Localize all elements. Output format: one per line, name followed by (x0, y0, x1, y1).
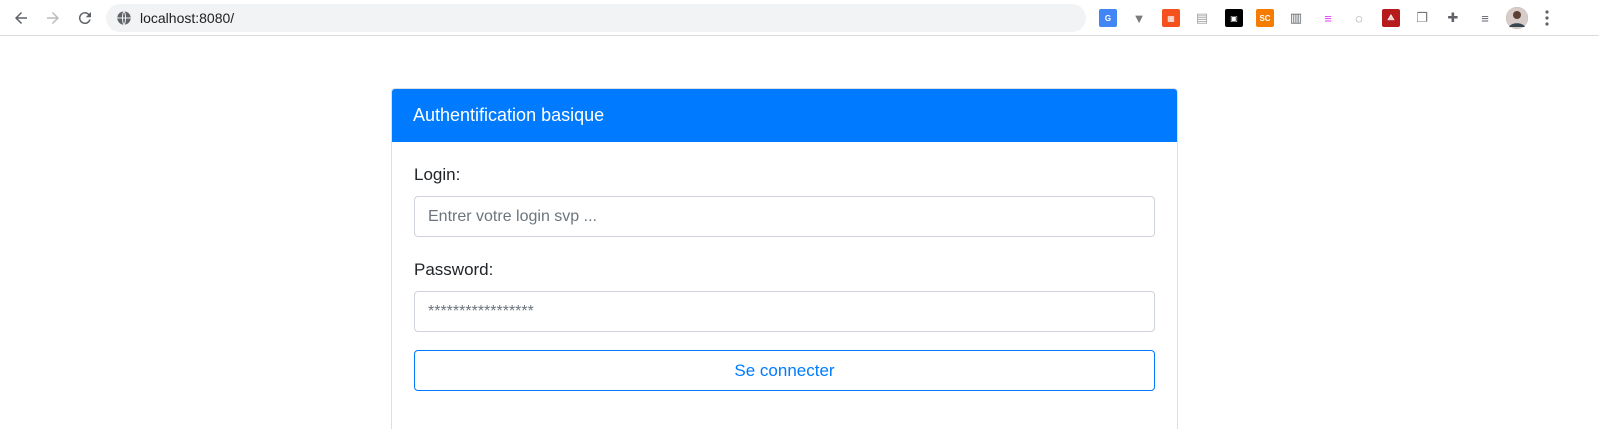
profile-avatar[interactable] (1506, 7, 1528, 29)
user-avatar-icon (1506, 7, 1528, 29)
url-text: localhost:8080/ (140, 10, 235, 26)
reload-icon (78, 12, 91, 25)
globe-icon (117, 10, 131, 26)
kebab-menu-icon (1545, 10, 1549, 26)
login-button[interactable]: Se connecter (414, 350, 1155, 391)
google-translate-icon[interactable]: G (1099, 9, 1117, 27)
menu-button[interactable] (1538, 9, 1556, 27)
pdf-extension-icon[interactable]: ⟁ (1382, 9, 1400, 27)
arrow-right-icon (47, 12, 59, 24)
card-body: Login: Password: Se connecter (392, 142, 1177, 391)
contact-extension-icon[interactable]: ▣ (1225, 9, 1243, 27)
sc-extension-icon[interactable]: SC (1256, 9, 1274, 27)
card-header: Authentification basique (392, 89, 1177, 142)
password-input[interactable] (414, 291, 1155, 332)
address-bar[interactable]: localhost:8080/ (106, 4, 1086, 32)
layout-extension-icon[interactable]: ▦ (1162, 9, 1180, 27)
forward-button[interactable] (39, 4, 67, 32)
vue-devtools-icon[interactable]: ▼ (1130, 9, 1148, 27)
password-label: Password: (414, 260, 494, 279)
media-queue-icon[interactable]: ≡ (1476, 9, 1494, 27)
puzzle-icon[interactable]: ✚ (1444, 9, 1462, 27)
notes-extension-icon[interactable]: ▥ (1287, 9, 1305, 27)
login-label: Login: (414, 165, 461, 184)
login-input[interactable] (414, 196, 1155, 237)
browser-toolbar: localhost:8080/ G ▼ ▦ ▤ ▣ SC ▥ ≡ ◌ ⟁ ❐ ✚ ≡ (0, 0, 1599, 36)
password-group: Password: (414, 259, 1155, 332)
document-extension-icon[interactable]: ▤ (1193, 9, 1211, 27)
login-card: Authentification basique Login: Password… (391, 88, 1178, 429)
copy-extension-icon[interactable]: ❐ (1413, 9, 1431, 27)
back-button[interactable] (7, 4, 35, 32)
code-extension-icon[interactable]: ◌ (1350, 9, 1368, 27)
arrow-left-icon (15, 12, 27, 24)
highlight-extension-icon[interactable]: ≡ (1319, 9, 1337, 27)
reload-button[interactable] (71, 4, 99, 32)
login-group: Login: (414, 164, 1155, 237)
